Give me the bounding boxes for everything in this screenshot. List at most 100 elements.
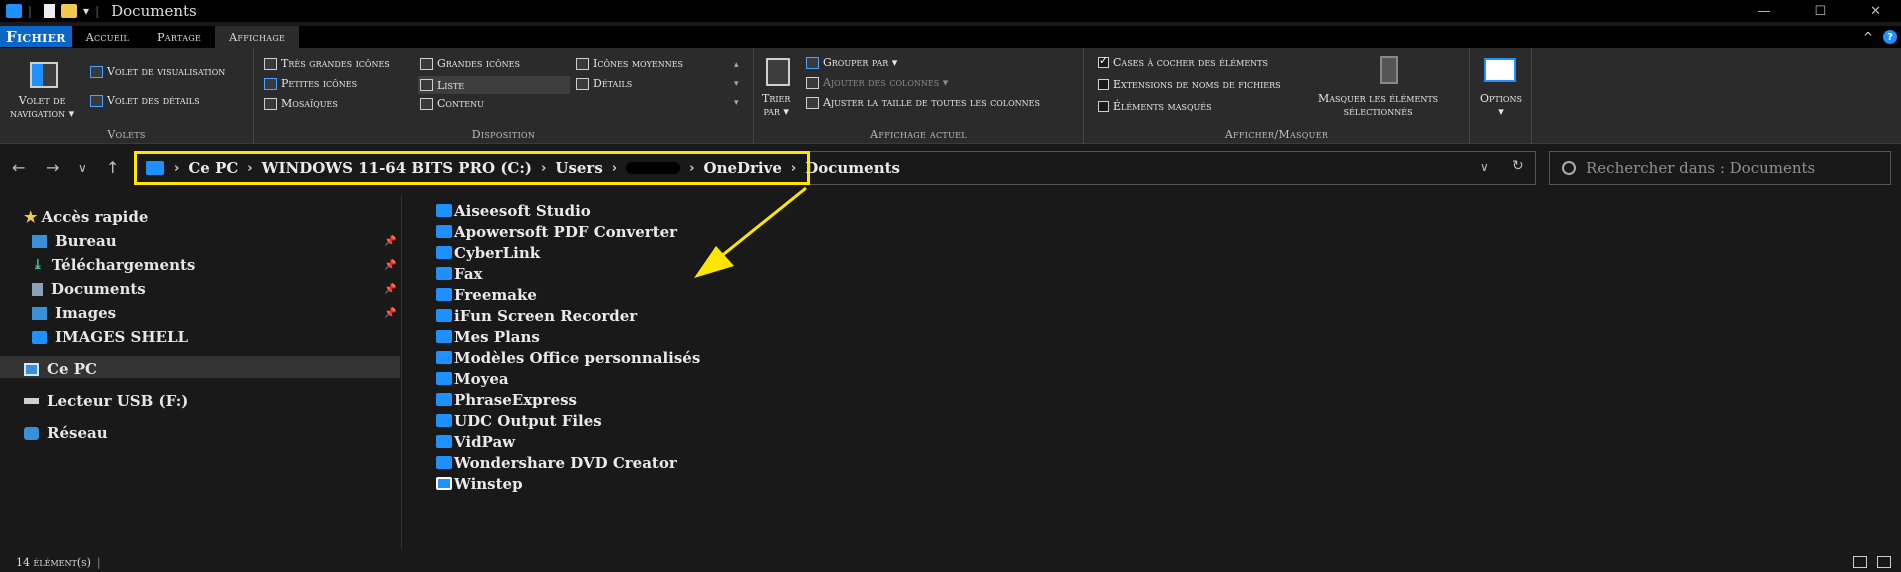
close-button[interactable]: ✕ <box>1870 4 1881 19</box>
tab-partage[interactable]: Partage <box>143 26 215 48</box>
layout-list[interactable]: Liste <box>418 76 570 94</box>
list-item[interactable]: iFun Screen Recorder <box>436 305 700 326</box>
details-view-icon[interactable] <box>1853 556 1867 568</box>
fit-columns-button[interactable]: Ajuster la taille de toutes les colonnes <box>806 96 1040 109</box>
list-item[interactable]: Freemake <box>436 284 700 305</box>
options-button[interactable]: Options ▾ <box>1476 92 1526 118</box>
file-extensions-checkbox[interactable] <box>1098 79 1109 90</box>
network-icon <box>24 426 39 440</box>
add-columns-label: Ajouter des colonnes ▾ <box>823 76 949 89</box>
file-name: UDC Output Files <box>454 411 602 430</box>
help-icon[interactable]: ? <box>1883 30 1897 44</box>
ribbon-tabs: Fichier Accueil Partage Affichage ^ ? <box>0 26 1901 48</box>
tab-fichier[interactable]: Fichier <box>0 26 72 47</box>
hide-selected-line1: Masquer les éléments <box>1318 92 1439 105</box>
sidebar-item-quick-access[interactable]: ★ Accès rapide <box>24 208 148 226</box>
list-item[interactable]: Moyea <box>436 368 700 389</box>
title-bar: | ▾ | Documents — ☐ ✕ <box>0 0 1901 22</box>
layout-label: Très grandes icônes <box>281 57 390 70</box>
list-item[interactable]: CyberLink <box>436 242 700 263</box>
list-item[interactable]: Aiseesoft Studio <box>436 200 700 221</box>
sidebar-item-ce-pc[interactable]: Ce PC <box>24 360 97 378</box>
pin-icon[interactable]: 📌 <box>384 284 396 295</box>
list-item[interactable]: PhraseExpress <box>436 389 700 410</box>
folder-icon <box>436 435 452 448</box>
pin-icon[interactable]: 📌 <box>384 236 396 247</box>
list-item[interactable]: Fax <box>436 263 700 284</box>
qa-dropdown-icon[interactable]: ▾ <box>83 4 89 18</box>
group-label-affichage-actuel: Affichage actuel <box>870 128 967 141</box>
checkbox-label: Extensions de noms de fichiers <box>1113 78 1281 91</box>
sidebar-item-documents[interactable]: Documents <box>32 280 146 298</box>
sidebar-item-telechargements[interactable]: ⤓ Téléchargements <box>32 256 195 274</box>
preview-pane-label: Volet de visualisation <box>107 65 226 78</box>
hide-selected-line2: sélectionnés <box>1343 105 1413 118</box>
hidden-items-checkbox[interactable] <box>1098 101 1109 112</box>
minimize-button[interactable]: — <box>1757 4 1770 19</box>
file-extensions-toggle[interactable]: Extensions de noms de fichiers <box>1098 78 1281 91</box>
status-separator: | <box>96 555 101 569</box>
layout-extra-large-icons[interactable]: Très grandes icônes <box>264 57 390 70</box>
back-arrow-icon[interactable]: ← <box>12 158 25 177</box>
layout-small-icons[interactable]: Petites icônes <box>264 77 357 90</box>
fit-columns-icon <box>806 96 819 109</box>
pin-icon[interactable]: 📌 <box>384 260 396 271</box>
sidebar-label: Accès rapide <box>41 208 149 226</box>
forward-arrow-icon[interactable]: → <box>46 158 59 177</box>
address-history-dropdown-icon[interactable]: ∨ <box>1480 160 1489 174</box>
sidebar-item-images[interactable]: Images <box>32 304 116 322</box>
sidebar-item-usb[interactable]: Lecteur USB (F:) <box>24 392 188 410</box>
add-columns-button: Ajouter des colonnes ▾ <box>806 76 948 89</box>
crumb-documents[interactable]: Documents <box>805 159 900 177</box>
layout-medium-icons[interactable]: Icônes moyennes <box>576 57 683 70</box>
list-item[interactable]: VidPaw <box>436 431 700 452</box>
large-icons-view-icon[interactable] <box>1877 556 1891 568</box>
sidebar-label: Images <box>55 304 117 322</box>
layout-scroll[interactable]: ▴ ▾ ▾ <box>734 56 739 113</box>
search-box[interactable]: Rechercher dans : Documents <box>1549 151 1891 185</box>
layout-content[interactable]: Contenu <box>420 97 484 110</box>
sidebar-item-images-shell[interactable]: IMAGES SHELL <box>32 328 188 346</box>
item-checkboxes-toggle[interactable]: Cases à cocher des éléments <box>1098 54 1268 69</box>
list-item[interactable]: Mes Plans <box>436 326 700 347</box>
group-by-button[interactable]: Grouper par ▾ <box>806 56 897 69</box>
layout-label: Grandes icônes <box>437 57 520 70</box>
preview-pane-button[interactable]: Volet de visualisation <box>90 65 225 78</box>
preview-pane-icon <box>90 65 103 78</box>
pin-icon[interactable]: 📌 <box>384 308 396 319</box>
recent-locations-icon[interactable]: ∨ <box>78 161 87 175</box>
sort-line1: Trier <box>762 92 791 105</box>
maximize-button[interactable]: ☐ <box>1814 4 1826 19</box>
folder-icon <box>436 246 452 259</box>
layout-label: Liste <box>437 78 465 92</box>
sidebar-label: IMAGES SHELL <box>55 328 189 346</box>
up-arrow-icon[interactable]: ↑ <box>106 158 119 177</box>
refresh-icon[interactable]: ↻ <box>1512 158 1524 174</box>
layout-tiles[interactable]: Mosaïques <box>264 97 338 110</box>
hidden-items-toggle[interactable]: Éléments masqués <box>1098 100 1212 113</box>
properties-icon[interactable] <box>44 4 56 18</box>
collapse-ribbon-icon[interactable]: ^ <box>1863 30 1873 44</box>
sidebar-item-reseau[interactable]: Réseau <box>24 424 108 442</box>
hide-selected-button[interactable]: Masquer les éléments sélectionnés <box>1318 92 1438 118</box>
list-item[interactable]: Apowersoft PDF Converter <box>436 221 700 242</box>
sidebar-label: Lecteur USB (F:) <box>47 392 189 410</box>
list-item[interactable]: Wondershare DVD Creator <box>436 452 700 473</box>
list-item[interactable]: Winstep <box>436 473 700 494</box>
details-pane-button[interactable]: Volet des détails <box>90 94 200 107</box>
tab-affichage[interactable]: Affichage <box>215 26 300 48</box>
navigation-pane-button[interactable]: Volet de navigation ▾ <box>10 94 74 120</box>
layout-large-icons[interactable]: Grandes icônes <box>420 57 520 70</box>
list-item[interactable]: Modèles Office personnalisés <box>436 347 700 368</box>
document-icon <box>32 282 43 296</box>
tab-accueil[interactable]: Accueil <box>72 26 143 48</box>
sort-by-button[interactable]: Trier par ▾ <box>762 92 790 118</box>
new-folder-icon[interactable] <box>61 4 78 18</box>
navigation-bar: ← → ∨ ↑ › Ce PC › WINDOWS 11-64 BITS PRO… <box>0 150 1901 186</box>
item-checkboxes-checkbox[interactable] <box>1098 54 1109 68</box>
layout-details[interactable]: Détails <box>576 77 632 90</box>
list-item[interactable]: UDC Output Files <box>436 410 700 431</box>
file-name: Freemake <box>454 285 537 304</box>
options-label: Options <box>1480 92 1522 105</box>
sidebar-item-bureau[interactable]: Bureau <box>32 232 117 250</box>
